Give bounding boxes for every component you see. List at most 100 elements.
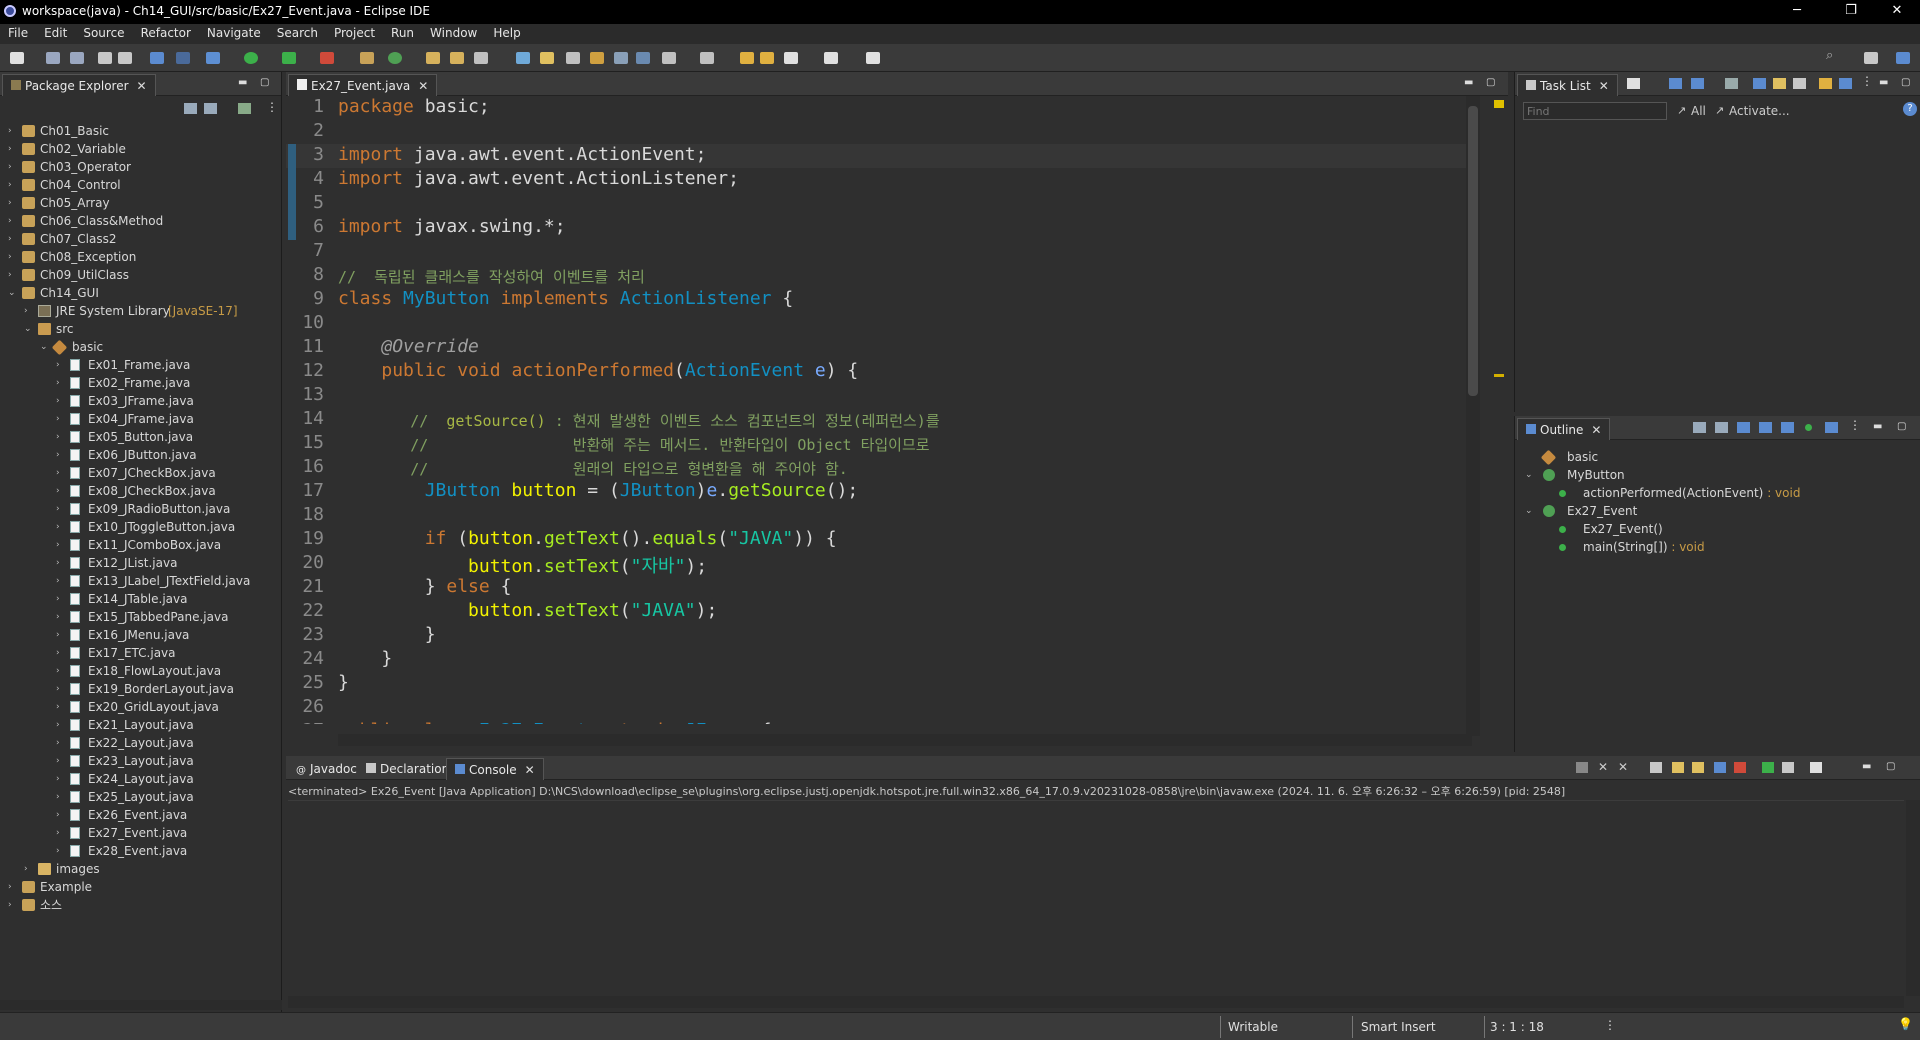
chevron-right-icon[interactable]: › [56, 734, 60, 752]
tab-javadoc[interactable]: @ Javadoc [288, 758, 365, 780]
tree-item-file[interactable]: › Ex09_JRadioButton.java [0, 500, 282, 518]
search-toolbar-icon[interactable] [474, 52, 488, 64]
chevron-right-icon[interactable]: › [56, 392, 60, 410]
coverage-icon[interactable] [282, 52, 296, 64]
close-icon[interactable]: ✕ [1599, 79, 1609, 93]
chevron-right-icon[interactable]: › [56, 770, 60, 788]
tab-console[interactable]: Console ✕ [446, 758, 544, 780]
maximize-icon[interactable]: ▢ [1901, 77, 1910, 88]
prev-annotation-icon[interactable] [700, 52, 714, 64]
code-area[interactable]: 1 2 3 4 5 6 7 8 9 10 11 12 13 14 15 16 17 18 19 20 21 22 23 24 2… [286, 96, 1472, 724]
open-type-icon[interactable] [426, 52, 440, 64]
outline-item[interactable]: ⌄ Ex27_Event [1515, 502, 1920, 520]
hide-fields-icon[interactable] [1737, 422, 1750, 433]
save-all-icon[interactable] [70, 52, 84, 64]
chevron-right-icon[interactable]: › [56, 788, 60, 806]
activate-link[interactable]: Activate... [1729, 104, 1790, 118]
horizontal-scrollbar[interactable] [338, 734, 1472, 746]
redo-icon[interactable] [118, 52, 132, 64]
chevron-down-icon[interactable]: ⌄ [40, 338, 48, 356]
tab-package-explorer[interactable]: Package Explorer ✕ [2, 74, 156, 96]
menu-window[interactable]: Window [422, 24, 485, 40]
chevron-right-icon[interactable]: › [56, 554, 60, 572]
chevron-right-icon[interactable]: › [8, 878, 12, 896]
overview-ruler-marker[interactable] [1494, 100, 1504, 108]
chevron-right-icon[interactable]: › [56, 716, 60, 734]
focus-icon[interactable] [1773, 78, 1786, 89]
vertical-scrollbar[interactable] [1466, 96, 1480, 736]
pilcrow-icon[interactable] [636, 52, 650, 64]
remove-launch-icon[interactable]: ✕ [1598, 760, 1608, 774]
sort-icon[interactable] [1715, 422, 1728, 433]
chevron-right-icon[interactable]: › [56, 446, 60, 464]
tree-item-file[interactable]: › Ex03_JFrame.java [0, 392, 282, 410]
view-menu-icon[interactable]: ⋮ [266, 100, 278, 114]
maximize-icon[interactable]: ▢ [1486, 77, 1495, 88]
chevron-right-icon[interactable]: › [8, 176, 12, 194]
search-icon[interactable]: ⌕ [1826, 48, 1840, 63]
run-icon[interactable] [244, 52, 258, 64]
clear-console-icon[interactable] [1650, 762, 1662, 773]
tree-item-src[interactable]: ⌄ src [0, 320, 282, 338]
minimize-icon[interactable]: ▬ [238, 77, 247, 88]
cursor-position-status[interactable]: 3 : 1 : 18 [1490, 1020, 1544, 1034]
java-perspective-icon[interactable] [1896, 52, 1910, 64]
tree-item-file[interactable]: › Ex23_Layout.java [0, 752, 282, 770]
menu-help[interactable]: Help [485, 24, 528, 40]
tree-item-project[interactable]: › Example [0, 878, 282, 896]
chevron-right-icon[interactable]: › [56, 608, 60, 626]
remove-all-icon[interactable]: ✕ [1618, 760, 1628, 774]
filter-icon[interactable] [1725, 78, 1738, 89]
tree-item-file[interactable]: › Ex17_ETC.java [0, 644, 282, 662]
tree-item-file[interactable]: › Ex25_Layout.java [0, 788, 282, 806]
forward-icon[interactable] [824, 52, 838, 64]
find-task-input[interactable] [1523, 102, 1667, 120]
minimize-icon[interactable]: ▬ [1862, 761, 1871, 772]
outline-item[interactable]: ⌄ MyButton [1515, 466, 1920, 484]
close-icon[interactable]: ✕ [418, 79, 428, 93]
chevron-down-icon[interactable]: ⌄ [1525, 466, 1533, 484]
collapse-icon[interactable] [1793, 78, 1806, 89]
chevron-right-icon[interactable]: › [8, 230, 12, 248]
tree-item-file[interactable]: › Ex21_Layout.java [0, 716, 282, 734]
tree-item-project[interactable]: ⌄ Ch14_GUI [0, 284, 282, 302]
horizontal-scrollbar[interactable] [0, 1000, 282, 1010]
menu-edit[interactable]: Edit [36, 24, 75, 40]
tree-item-file[interactable]: › Ex11_JComboBox.java [0, 536, 282, 554]
hide-static-icon[interactable] [1759, 422, 1772, 433]
open-perspective-icon[interactable] [1864, 52, 1878, 64]
view-menu-icon[interactable]: ⋮ [1849, 418, 1861, 432]
toggle-mark-icon[interactable] [516, 52, 530, 64]
chevron-right-icon[interactable]: › [56, 644, 60, 662]
hide-completed-icon[interactable] [1753, 78, 1766, 89]
chevron-right-icon[interactable]: › [8, 248, 12, 266]
status-menu-icon[interactable]: ⋮ [1604, 1018, 1616, 1032]
chevron-right-icon[interactable]: › [56, 374, 60, 392]
display-console-icon[interactable] [1782, 762, 1794, 773]
tree-item-file[interactable]: › Ex24_Layout.java [0, 770, 282, 788]
tree-item-package[interactable]: ⌄ basic [0, 338, 282, 356]
tree-item-file[interactable]: › Ex08_JCheckBox.java [0, 482, 282, 500]
tree-item-project[interactable]: › Ch09_UtilClass [0, 266, 282, 284]
chevron-right-icon[interactable]: › [56, 500, 60, 518]
tree-item-file[interactable]: › Ex15_JTabbedPane.java [0, 608, 282, 626]
chevron-right-icon[interactable]: › [24, 302, 28, 320]
presentation-icon[interactable] [1839, 78, 1852, 89]
tree-item-file[interactable]: › Ex01_Frame.java [0, 356, 282, 374]
tree-item-file[interactable]: › Ex04_JFrame.java [0, 410, 282, 428]
chevron-right-icon[interactable]: › [56, 626, 60, 644]
show-stderr-icon[interactable] [1734, 762, 1746, 773]
word-wrap-icon[interactable] [566, 52, 580, 64]
tree-item-file[interactable]: › Ex06_JButton.java [0, 446, 282, 464]
back-icon[interactable] [784, 52, 798, 64]
chevron-right-icon[interactable]: › [56, 590, 60, 608]
chevron-right-icon[interactable]: › [56, 518, 60, 536]
close-button[interactable]: ✕ [1874, 0, 1920, 24]
categorized-icon[interactable] [1669, 78, 1682, 89]
maximize-icon[interactable]: ▢ [1886, 761, 1895, 772]
minimize-button[interactable]: ─ [1774, 0, 1820, 24]
outline-item[interactable]: main(String[]) : void [1515, 538, 1920, 556]
terminate-icon[interactable] [1576, 762, 1588, 773]
external-tools-icon[interactable] [320, 52, 334, 64]
tree-item-project[interactable]: › Ch03_Operator [0, 158, 282, 176]
